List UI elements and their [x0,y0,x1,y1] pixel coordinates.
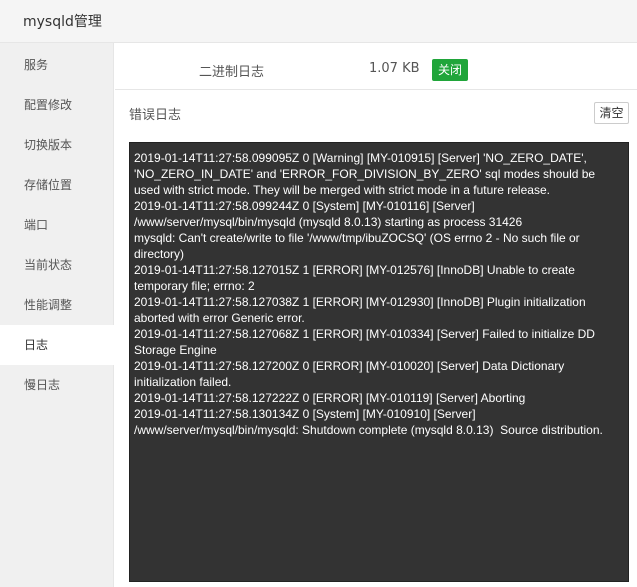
sidebar-item-storage[interactable]: 存储位置 [0,165,114,205]
log-line: 2019-01-14T11:27:58.127222Z 0 [ERROR] [M… [134,391,526,405]
sidebar-item-config[interactable]: 配置修改 [0,85,114,125]
binlog-label: 二进制日志 [199,65,265,80]
sidebar-item-switch-version[interactable]: 切换版本 [0,125,114,165]
mysqld-manager-window: mysqld管理 服务 配置修改 切换版本 存储位置 端口 当前状态 性能调整 … [0,0,637,587]
error-log-label: 错误日志 [129,108,182,123]
window-title: mysqld管理 [23,14,102,30]
sidebar-item-slow-log[interactable]: 慢日志 [0,365,114,405]
log-line: 2019-01-14T11:27:58.099244Z 0 [System] [… [134,199,523,229]
log-line: 2019-01-14T11:27:58.130134Z 0 [System] [… [134,407,603,437]
log-line: 2019-01-14T11:27:58.099095Z 0 [Warning] … [134,151,599,197]
sidebar: 服务 配置修改 切换版本 存储位置 端口 当前状态 性能调整 日志 慢日志 [0,43,115,587]
binlog-row: 二进制日志 1.07 KB 关闭 [115,43,637,90]
title-bar: mysqld管理 [0,0,637,43]
log-panel: 二进制日志 1.07 KB 关闭 错误日志 清空 2019-01-14T11:2… [115,43,637,587]
binlog-close-button[interactable]: 关闭 [432,59,468,81]
clear-log-button[interactable]: 清空 [594,102,629,124]
sidebar-item-performance[interactable]: 性能调整 [0,285,114,325]
log-line: 2019-01-14T11:27:58.127068Z 1 [ERROR] [M… [134,327,599,357]
log-line: 2019-01-14T11:27:58.127015Z 1 [ERROR] [M… [134,263,579,293]
log-line: 2019-01-14T11:27:58.127038Z 1 [ERROR] [M… [134,295,589,325]
sidebar-item-log[interactable]: 日志 [0,325,115,365]
sidebar-item-port[interactable]: 端口 [0,205,114,245]
log-line: mysqld: Can't create/write to file '/www… [134,231,584,261]
binlog-size: 1.07 KB [369,61,420,76]
sidebar-item-status[interactable]: 当前状态 [0,245,114,285]
error-log-textarea[interactable]: 2019-01-14T11:27:58.099095Z 0 [Warning] … [129,142,629,582]
sidebar-item-service[interactable]: 服务 [0,45,114,85]
log-line: 2019-01-14T11:27:58.127200Z 0 [ERROR] [M… [134,359,568,389]
